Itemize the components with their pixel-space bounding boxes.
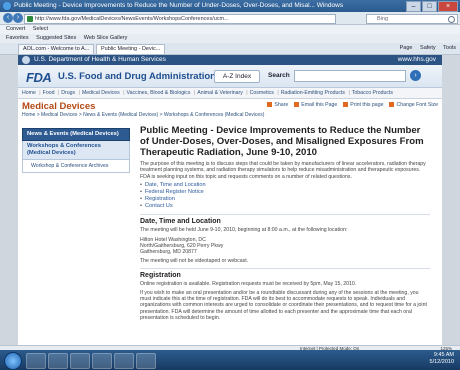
site-icon — [27, 16, 33, 22]
convert-menu[interactable]: Convert — [6, 26, 25, 32]
nav-cosmetics[interactable]: Cosmetics — [244, 90, 274, 96]
media-player-taskbar-icon[interactable] — [70, 353, 90, 369]
ie-icon — [3, 2, 11, 10]
select-menu[interactable]: Select — [33, 26, 48, 32]
email-icon — [294, 102, 300, 108]
menu-row: Convert Select — [0, 25, 460, 34]
back-icon[interactable]: ‹ — [3, 13, 13, 23]
sidebar-item-archives[interactable]: Workshop & Conference Archives — [22, 160, 130, 173]
hhs-department[interactable]: U.S. Department of Health & Human Servic… — [34, 55, 166, 65]
search-label: Search — [268, 72, 290, 79]
nav-tobacco[interactable]: Tobacco Products — [346, 90, 393, 96]
minimize-button[interactable]: – — [406, 1, 421, 12]
webcast-text: The meeting will not be videotaped or we… — [140, 257, 249, 264]
share-icon — [267, 102, 273, 108]
location-address: Hilton Hotel Washington, DC North/Gaithe… — [140, 236, 224, 256]
taskbar: 9:45 AM 5/12/2010 — [0, 350, 460, 370]
window-taskbar-icon[interactable] — [136, 353, 156, 369]
nav-home[interactable]: Home — [22, 90, 36, 96]
az-index-button[interactable]: A-Z Index — [214, 70, 260, 83]
close-button[interactable]: × — [438, 1, 458, 12]
address-text: http://www.fda.gov/MedicalDevices/NewsEv… — [35, 16, 229, 22]
search-engine-label: Bing — [377, 16, 389, 22]
page-tools: Share Email this Page Print this page Ch… — [267, 102, 438, 108]
agency-name[interactable]: U.S. Food and Drug Administration — [58, 71, 216, 82]
registration-text: Online registration is available. Regist… — [140, 281, 357, 288]
jump-links: Date, Time and Location Federal Register… — [140, 182, 430, 210]
forward-icon[interactable]: › — [13, 13, 23, 23]
window-title: Public Meeting - Device Improvements to … — [14, 2, 344, 9]
registration-heading: Registration — [140, 268, 430, 279]
main-content: Public Meeting - Device Improvements to … — [140, 125, 430, 322]
tools-menu[interactable]: Tools — [443, 45, 456, 51]
clock-time[interactable]: 9:45 AM — [430, 352, 454, 359]
safety-menu[interactable]: Safety — [420, 45, 436, 51]
hhs-eagle-icon — [22, 56, 30, 64]
nav-radiation[interactable]: Radiation-Emitting Products — [275, 90, 345, 96]
presentation-text: If you wish to make an oral presentation… — [140, 289, 427, 322]
link-date-time[interactable]: Date, Time and Location — [140, 182, 430, 189]
date-heading: Date, Time and Location — [140, 214, 430, 225]
site-search-input[interactable] — [294, 70, 406, 82]
command-bar: Page Safety Tools — [394, 43, 456, 54]
maximize-button[interactable]: □ — [422, 1, 437, 12]
app-taskbar-icon[interactable] — [92, 353, 112, 369]
section-title: Medical Devices — [22, 101, 96, 112]
nav-vaccines[interactable]: Vaccines, Blood & Biologics — [121, 90, 190, 96]
tab-public-meeting[interactable]: Public Meeting - Devic... — [96, 44, 166, 54]
window-titlebar: Public Meeting - Device Improvements to … — [0, 0, 460, 12]
font-size-link[interactable]: Change Font Size — [389, 102, 438, 108]
hhs-banner: U.S. Department of Health & Human Servic… — [18, 55, 442, 65]
page-title: Public Meeting - Device Improvements to … — [140, 125, 424, 158]
ie-taskbar-icon[interactable] — [26, 353, 46, 369]
nav-animal-veterinary[interactable]: Animal & Veterinary — [192, 90, 243, 96]
date-text: The meeting will be held June 9-10, 2010… — [140, 227, 348, 234]
web-slice-gallery-link[interactable]: Web Slice Gallery — [84, 35, 128, 41]
clock-date[interactable]: 5/12/2010 — [430, 359, 454, 366]
link-federal-register[interactable]: Federal Register Notice — [140, 189, 430, 196]
link-contact[interactable]: Contact Us — [140, 203, 430, 210]
page-menu[interactable]: Page — [400, 45, 413, 51]
email-link[interactable]: Email this Page — [294, 102, 337, 108]
start-button[interactable] — [4, 352, 22, 370]
section-header: Medical Devices Home > Medical Devices >… — [18, 99, 442, 121]
sidebar-item-workshops[interactable]: Workshops & Conferences (Medical Devices… — [22, 141, 130, 160]
suggested-sites-link[interactable]: Suggested Sites — [36, 35, 76, 41]
sidebar: News & Events (Medical Devices) Workshop… — [22, 128, 130, 173]
nav-medical-devices[interactable]: Medical Devices — [77, 90, 120, 96]
nav-food[interactable]: Food — [37, 90, 54, 96]
browser-search-input[interactable]: Bing — [366, 14, 458, 24]
explorer-taskbar-icon[interactable] — [48, 353, 68, 369]
web-page: U.S. Department of Health & Human Servic… — [18, 55, 442, 356]
share-link[interactable]: Share — [267, 102, 288, 108]
system-tray: 9:45 AM 5/12/2010 — [430, 352, 454, 366]
nav-drugs[interactable]: Drugs — [56, 90, 75, 96]
font-size-icon — [389, 102, 395, 108]
print-icon — [343, 102, 349, 108]
search-icon[interactable] — [448, 16, 455, 23]
intro-text: The purpose of this meeting is to discus… — [140, 161, 426, 180]
tab-row: AOL.com - Welcome to A... Public Meeting… — [0, 43, 460, 55]
fda-logo[interactable]: FDA — [26, 70, 52, 85]
fda-header: FDA U.S. Food and Drug Administration A-… — [18, 65, 442, 88]
sidebar-item-news-events[interactable]: News & Events (Medical Devices) — [22, 128, 130, 141]
favorites-button[interactable]: Favorites — [6, 35, 29, 41]
desktop: Public Meeting - Device Improvements to … — [0, 0, 460, 370]
link-registration[interactable]: Registration — [140, 196, 430, 203]
tab-aol[interactable]: AOL.com - Welcome to A... — [18, 44, 95, 54]
print-link[interactable]: Print this page — [343, 102, 383, 108]
breadcrumb[interactable]: Home > Medical Devices > News & Events (… — [22, 112, 264, 118]
top-nav: Home Food Drugs Medical Devices Vaccines… — [18, 88, 442, 99]
address-row: ‹ › http://www.fda.gov/MedicalDevices/Ne… — [0, 12, 460, 25]
address-bar[interactable]: http://www.fda.gov/MedicalDevices/NewsEv… — [24, 14, 336, 24]
search-go-button[interactable]: › — [410, 70, 421, 81]
word-taskbar-icon[interactable] — [114, 353, 134, 369]
hhs-url[interactable]: www.hhs.gov — [398, 55, 436, 65]
